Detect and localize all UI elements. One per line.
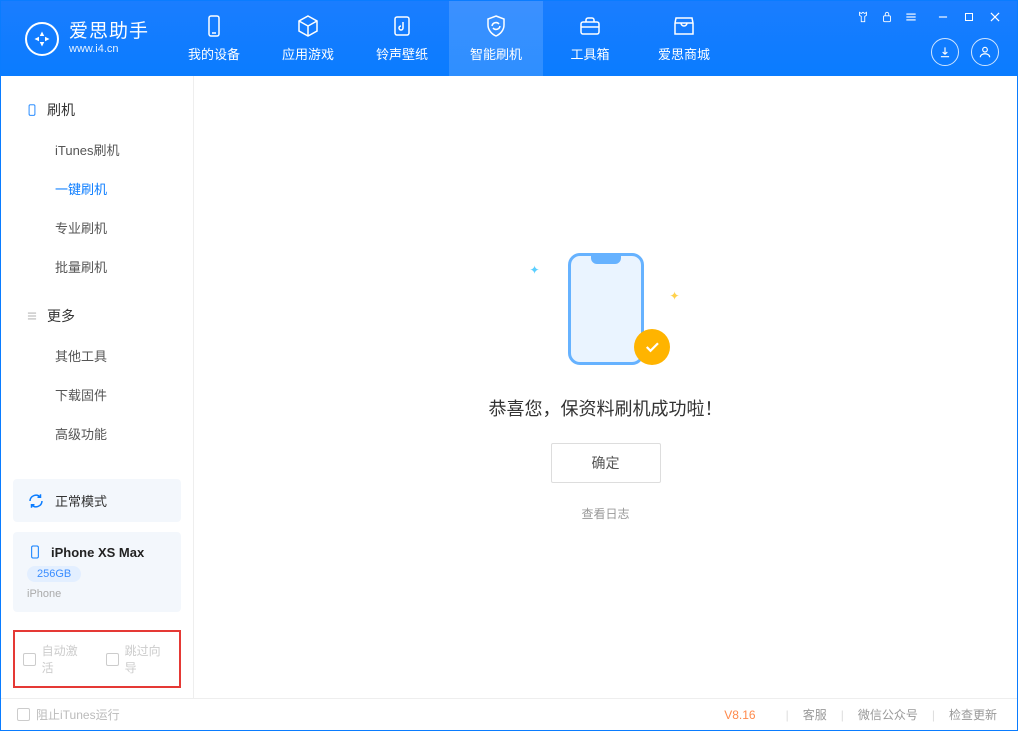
list-icon bbox=[25, 309, 39, 323]
tab-store[interactable]: 爱思商城 bbox=[637, 1, 731, 76]
section-more-head: 更多 bbox=[1, 300, 193, 332]
device-name: iPhone XS Max bbox=[51, 545, 144, 560]
mode-label: 正常模式 bbox=[55, 491, 107, 510]
download-icon bbox=[938, 45, 952, 59]
sidebar-item-other-tools[interactable]: 其他工具 bbox=[1, 336, 193, 375]
close-button[interactable] bbox=[987, 9, 1003, 25]
store-icon bbox=[672, 14, 696, 38]
app-title: 爱思助手 bbox=[69, 22, 149, 43]
footer-link-wechat[interactable]: 微信公众号 bbox=[854, 706, 922, 723]
footer-link-update[interactable]: 检查更新 bbox=[945, 706, 1001, 723]
checkbox-icon bbox=[23, 653, 36, 666]
tab-toolbox[interactable]: 工具箱 bbox=[543, 1, 637, 76]
phone-illustration bbox=[568, 253, 644, 365]
minimize-button[interactable] bbox=[935, 9, 951, 25]
sparkle-icon: ✦ bbox=[669, 289, 679, 303]
sidebar-item-download-firmware[interactable]: 下载固件 bbox=[1, 375, 193, 414]
mode-box[interactable]: 正常模式 bbox=[13, 479, 181, 522]
phone-small-icon bbox=[25, 103, 39, 117]
success-message: 恭喜您，保资料刷机成功啦！ bbox=[489, 395, 723, 421]
checkbox-auto-activate[interactable]: 自动激活 bbox=[23, 642, 88, 676]
device-panel: 正常模式 iPhone XS Max 256GB iPhone bbox=[1, 479, 193, 622]
tab-apps-games[interactable]: 应用游戏 bbox=[261, 1, 355, 76]
check-badge-icon bbox=[634, 329, 670, 365]
view-log-link[interactable]: 查看日志 bbox=[581, 505, 629, 522]
header-tabs: 我的设备 应用游戏 铃声壁纸 智能刷机 工具箱 爱思商城 bbox=[167, 1, 731, 76]
section-flash-head: 刷机 bbox=[1, 94, 193, 126]
logo-icon bbox=[25, 22, 59, 56]
sidebar-item-batch-flash[interactable]: 批量刷机 bbox=[1, 247, 193, 286]
tab-smart-flash[interactable]: 智能刷机 bbox=[449, 1, 543, 76]
checkbox-skip-wizard[interactable]: 跳过向导 bbox=[106, 642, 171, 676]
sparkle-icon: ✦ bbox=[530, 263, 540, 277]
sidebar-item-pro-flash[interactable]: 专业刷机 bbox=[1, 208, 193, 247]
device-type: iPhone bbox=[27, 588, 61, 600]
user-button[interactable] bbox=[971, 38, 999, 66]
sidebar-item-itunes-flash[interactable]: iTunes刷机 bbox=[1, 130, 193, 169]
options-highlight-box: 自动激活 跳过向导 bbox=[13, 630, 181, 688]
tab-ringtone-wallpaper[interactable]: 铃声壁纸 bbox=[355, 1, 449, 76]
logo[interactable]: 爱思助手 www.i4.cn bbox=[1, 22, 167, 56]
download-button[interactable] bbox=[931, 38, 959, 66]
window-controls bbox=[855, 9, 1003, 25]
header: 爱思助手 www.i4.cn 我的设备 应用游戏 铃声壁纸 智能刷机 bbox=[1, 1, 1017, 76]
maximize-button[interactable] bbox=[961, 9, 977, 25]
sidebar-item-advanced[interactable]: 高级功能 bbox=[1, 414, 193, 453]
phone-icon bbox=[202, 14, 226, 38]
app-url: www.i4.cn bbox=[69, 43, 149, 55]
sidebar: 刷机 iTunes刷机 一键刷机 专业刷机 批量刷机 更多 其他工具 下载固件 … bbox=[1, 76, 194, 698]
version-label: V8.16 bbox=[724, 708, 755, 722]
lock-icon[interactable] bbox=[879, 9, 895, 25]
cube-icon bbox=[296, 14, 320, 38]
toolbox-icon bbox=[578, 14, 602, 38]
checkbox-icon bbox=[106, 653, 119, 666]
header-action-icons bbox=[931, 38, 999, 66]
success-illustration: ✦ ✦ bbox=[546, 253, 666, 373]
shield-sync-icon bbox=[484, 14, 508, 38]
footer-link-kefu[interactable]: 客服 bbox=[799, 706, 831, 723]
ok-button[interactable]: 确定 bbox=[551, 443, 661, 483]
body: 刷机 iTunes刷机 一键刷机 专业刷机 批量刷机 更多 其他工具 下载固件 … bbox=[1, 76, 1017, 698]
user-icon bbox=[978, 45, 992, 59]
shirt-icon[interactable] bbox=[855, 9, 871, 25]
device-box[interactable]: iPhone XS Max 256GB iPhone bbox=[13, 532, 181, 612]
main-content: ✦ ✦ 恭喜您，保资料刷机成功啦！ 确定 查看日志 bbox=[194, 76, 1017, 698]
block-itunes-label[interactable]: 阻止iTunes运行 bbox=[36, 706, 120, 723]
checkbox-icon[interactable] bbox=[17, 708, 30, 721]
device-phone-icon bbox=[27, 544, 43, 560]
music-file-icon bbox=[390, 14, 414, 38]
footer: 阻止iTunes运行 V8.16 | 客服 | 微信公众号 | 检查更新 bbox=[1, 698, 1017, 730]
menu-icon[interactable] bbox=[903, 9, 919, 25]
app-window: 爱思助手 www.i4.cn 我的设备 应用游戏 铃声壁纸 智能刷机 bbox=[0, 0, 1018, 731]
sidebar-item-oneclick-flash[interactable]: 一键刷机 bbox=[1, 169, 193, 208]
device-storage-badge: 256GB bbox=[27, 566, 81, 582]
sync-icon bbox=[27, 492, 45, 510]
tab-my-device[interactable]: 我的设备 bbox=[167, 1, 261, 76]
